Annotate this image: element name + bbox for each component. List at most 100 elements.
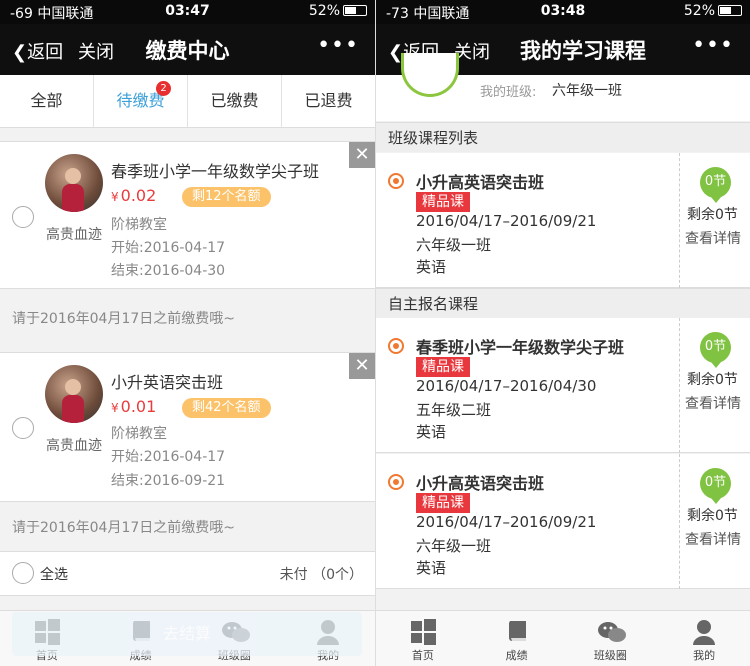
status-bar: -73 中国联通 03:48 52% <box>376 0 750 24</box>
course-title: 春季班小学一年级数学尖子班 <box>416 338 625 357</box>
pending-count-badge: 2 <box>156 81 171 96</box>
remaining-lessons: 剩余0节 <box>687 207 738 223</box>
course-dates: 2016/04/17–2016/09/21 <box>416 513 597 531</box>
school-name: 阶梯教室 <box>111 217 167 233</box>
price-value: 0.02 <box>120 186 157 205</box>
select-all-bar: 全选 未付 （0个） <box>0 551 375 596</box>
premium-tag: 精品课 <box>416 192 470 212</box>
course-class: 六年级一班 <box>416 236 492 254</box>
course-price: ¥0.02 <box>111 186 156 205</box>
course-dot-icon <box>388 338 404 354</box>
course-price: ¥0.01 <box>111 397 156 416</box>
course-title: 小升高英语突击班 <box>416 474 545 493</box>
battery-indicator: 52% <box>684 3 742 19</box>
student-name: 高贵血迹 <box>46 438 102 454</box>
tabbar-label: 我的 <box>693 649 716 662</box>
order-select-radio[interactable] <box>12 206 34 228</box>
class-profile: 我的班级: 六年级一班 <box>376 53 750 121</box>
class-label: 我的班级: <box>480 85 537 100</box>
nav-bar: ❮返回 关闭 缴费中心 ••• <box>0 24 375 75</box>
divider <box>679 454 680 589</box>
section-header: 自主报名课程 <box>376 288 750 318</box>
tabbar-label: 首页 <box>411 649 434 662</box>
avatar <box>45 365 103 423</box>
tab-refunded[interactable]: 已退费 <box>282 75 375 127</box>
section-header: 班级课程列表 <box>376 122 750 152</box>
start-date: 开始:2016-04-17 <box>111 240 226 256</box>
remaining-lessons: 剩余0节 <box>687 508 738 524</box>
school-logo <box>401 53 459 97</box>
divider <box>679 318 680 453</box>
divider <box>679 153 680 288</box>
order-card: 高贵血迹 春季班小学一年级数学尖子班 ¥0.02 剩12个名额 阶梯教室 开始:… <box>0 141 375 289</box>
premium-tag: 精品课 <box>416 357 470 377</box>
payment-deadline-note: 请于2016年04月17日之前缴费哦~ <box>12 311 235 327</box>
currency-symbol: ¥ <box>111 401 119 415</box>
course-dot-icon <box>388 474 404 490</box>
order-select-radio[interactable] <box>12 417 34 439</box>
course-card[interactable]: 小升高英语突击班 精品课 2016/04/17–2016/09/21 六年级一班… <box>376 153 750 288</box>
end-date: 结束:2016-04-30 <box>111 263 226 279</box>
battery-icon <box>718 5 742 16</box>
tabbar-grades[interactable]: 成绩 <box>470 611 564 666</box>
view-details-link[interactable]: 查看详情 <box>685 393 741 413</box>
bottom-tab-bar: 首页 成绩 班级圈 我的 <box>376 610 750 666</box>
course-title: 小升英语突击班 <box>111 373 224 392</box>
tab-paid[interactable]: 已缴费 <box>188 75 282 127</box>
student-name: 高贵血迹 <box>46 227 102 243</box>
battery-icon <box>343 5 367 16</box>
windows-icon <box>410 619 436 645</box>
view-details-link[interactable]: 查看详情 <box>685 529 741 549</box>
course-subject: 英语 <box>416 559 447 577</box>
lesson-count-bubble: 0节 <box>700 468 731 504</box>
course-dates: 2016/04/17–2016/09/21 <box>416 212 597 230</box>
tab-all[interactable]: 全部 <box>0 75 94 127</box>
user-icon <box>691 619 717 645</box>
tabbar-label: 班级圈 <box>593 649 627 662</box>
book-icon <box>504 619 530 645</box>
course-dates: 2016/04/17–2016/04/30 <box>416 377 597 395</box>
delete-icon[interactable]: ✕ <box>349 142 375 168</box>
course-title: 小升高英语突击班 <box>416 173 545 192</box>
tabbar-home[interactable]: 首页 <box>376 611 470 666</box>
select-all-radio[interactable] <box>12 562 34 584</box>
currency-symbol: ¥ <box>111 190 119 204</box>
more-icon[interactable]: ••• <box>317 33 359 58</box>
quota-badge: 剩12个名额 <box>182 187 271 207</box>
course-subject: 英语 <box>416 423 447 441</box>
battery-indicator: 52% <box>309 3 367 19</box>
premium-tag: 精品课 <box>416 493 470 513</box>
payment-tabs: 全部 待缴费 2 已缴费 已退费 <box>0 75 375 128</box>
payment-deadline-note: 请于2016年04月17日之前缴费哦~ <box>12 520 235 536</box>
view-details-link[interactable]: 查看详情 <box>685 228 741 248</box>
remaining-lessons: 剩余0节 <box>687 372 738 388</box>
chat-icon <box>597 619 627 645</box>
unpaid-count: 未付 （0个） <box>279 567 363 583</box>
course-class: 六年级一班 <box>416 537 492 555</box>
course-title: 春季班小学一年级数学尖子班 <box>111 162 320 181</box>
order-card: 高贵血迹 小升英语突击班 ¥0.01 剩42个名额 阶梯教室 开始:2016-0… <box>0 352 375 502</box>
course-card[interactable]: 春季班小学一年级数学尖子班 精品课 2016/04/17–2016/04/30 … <box>376 318 750 453</box>
quota-badge: 剩42个名额 <box>182 398 271 418</box>
lesson-count-bubble: 0节 <box>700 167 731 203</box>
payment-center-screen: -69 中国联通 03:47 52% ❮返回 关闭 缴费中心 ••• 全部 待缴… <box>0 0 375 666</box>
course-card[interactable]: 小升高英语突击班 精品课 2016/04/17–2016/09/21 六年级一班… <box>376 454 750 589</box>
class-value: 六年级一班 <box>552 83 622 99</box>
tabbar-mine[interactable]: 我的 <box>657 611 750 666</box>
start-date: 开始:2016-04-17 <box>111 449 226 465</box>
more-icon[interactable]: ••• <box>692 33 734 58</box>
checkout-button[interactable]: 去结算 <box>12 612 362 656</box>
lesson-count-bubble: 0节 <box>700 332 731 368</box>
select-all-label[interactable]: 全选 <box>40 564 68 584</box>
course-subject: 英语 <box>416 258 447 276</box>
course-dot-icon <box>388 173 404 189</box>
battery-percent: 52% <box>308 3 340 19</box>
end-date: 结束:2016-09-21 <box>111 473 226 489</box>
school-name: 阶梯教室 <box>111 426 167 442</box>
course-class: 五年级二班 <box>416 401 492 419</box>
tab-pending[interactable]: 待缴费 2 <box>94 75 188 127</box>
tabbar-label: 成绩 <box>505 649 528 662</box>
battery-percent: 52% <box>683 3 715 19</box>
delete-icon[interactable]: ✕ <box>349 353 375 379</box>
tabbar-class-circle[interactable]: 班级圈 <box>564 611 658 666</box>
